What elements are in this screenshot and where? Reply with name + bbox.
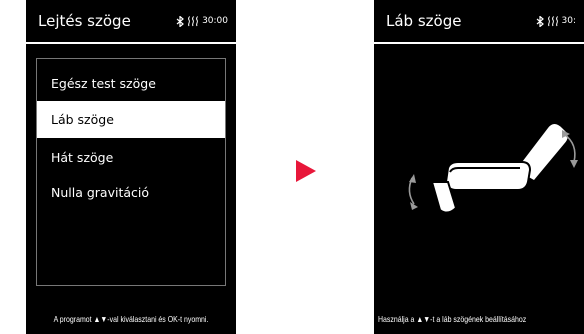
footer-instructions: A programot ▲▼-val kiválasztani és OK-t … [53,314,209,324]
menu-item-full-body-angle[interactable]: Egész test szöge [37,65,225,102]
menu-item-back-angle[interactable]: Hát szöge [37,139,225,176]
screen-title: Láb szöge [386,12,462,30]
rotate-arrow-icon [562,130,578,168]
play-arrow-icon [296,160,316,182]
massage-chair-icon [408,124,578,214]
heat-icon [188,15,198,26]
footer-instructions: Használja a ▲▼-t a láb szögének beállítá… [378,314,527,324]
status-icons: 30: [536,15,576,27]
heat-icon [547,15,558,26]
timer: 30: [561,16,576,26]
bluetooth-icon [176,15,184,27]
timer: 30:00 [202,16,228,26]
status-bar: Láb szöge 30: [374,0,584,42]
menu-screen: Lejtés szöge 30:00 Egész test szöge Láb … [26,0,236,334]
screen-title: Lejtés szöge [38,12,131,30]
status-icons: 30:00 [176,15,228,27]
menu-item-zero-gravity[interactable]: Nulla gravitáció [37,174,225,211]
leg-angle-screen: Láb szöge 30: Használja a ▲▼-t a láb szö… [374,0,584,334]
divider [26,42,236,44]
divider [374,42,584,44]
menu-item-leg-angle[interactable]: Láb szöge [37,101,225,138]
status-bar: Lejtés szöge 30:00 [26,0,236,42]
bluetooth-icon [536,15,544,27]
rotate-arrow-icon [408,174,418,210]
mode-menu: Egész test szöge Láb szöge Hát szöge Nul… [36,58,226,286]
